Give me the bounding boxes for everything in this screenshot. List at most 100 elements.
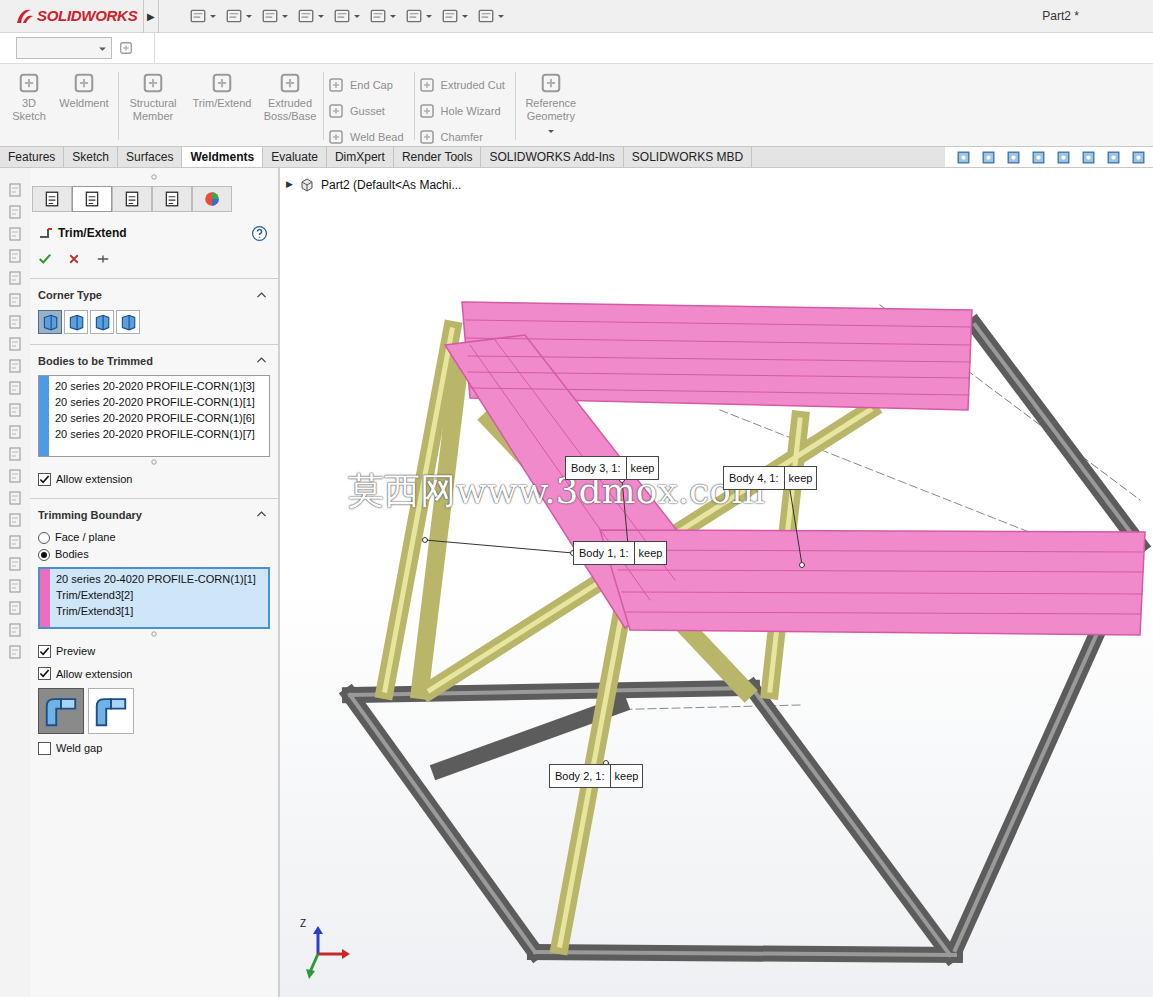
command-icon[interactable] bbox=[211, 72, 233, 94]
dropdown-arrow-icon[interactable] bbox=[317, 12, 325, 20]
ribbon-tab[interactable]: SOLIDWORKS Add-Ins bbox=[481, 147, 623, 167]
manager-tab[interactable] bbox=[32, 186, 72, 212]
callout-action[interactable]: keep bbox=[784, 467, 817, 489]
sketch-tool-icon[interactable] bbox=[7, 248, 23, 264]
sketch-tool-icon[interactable] bbox=[7, 336, 23, 352]
configuration-combobox[interactable] bbox=[16, 37, 112, 59]
ribbon-button[interactable]: Trim/Extend bbox=[187, 72, 257, 110]
sketch-tool-icon[interactable] bbox=[7, 182, 23, 198]
command-icon[interactable] bbox=[73, 72, 95, 94]
sketch-tool-icon[interactable] bbox=[7, 644, 23, 660]
open-icon[interactable] bbox=[225, 7, 243, 25]
toolbar-button[interactable] bbox=[441, 7, 469, 25]
sketch-tool-icon[interactable] bbox=[7, 204, 23, 220]
print-icon[interactable] bbox=[297, 7, 315, 25]
sketch-tool-icon[interactable] bbox=[7, 556, 23, 572]
callout-action[interactable]: keep bbox=[634, 542, 667, 564]
command-icon[interactable] bbox=[540, 72, 562, 94]
toolbar-button[interactable] bbox=[405, 7, 433, 25]
corner-type-icon[interactable] bbox=[93, 313, 111, 331]
dropdown-arrow-icon[interactable] bbox=[389, 12, 397, 20]
sketch-tool-icon[interactable] bbox=[7, 380, 23, 396]
tree-label[interactable]: Part2 (Default<As Machi... bbox=[321, 176, 461, 194]
selection-list[interactable]: 20 series 20-2020 PROFILE-CORN(1)[3]20 s… bbox=[38, 375, 270, 457]
ribbon-tab[interactable]: Weldments bbox=[182, 147, 263, 167]
command-icon[interactable] bbox=[18, 72, 40, 94]
command-icon[interactable] bbox=[328, 77, 344, 93]
model-view[interactable] bbox=[280, 168, 1153, 997]
section-header[interactable]: Trimming Boundary bbox=[38, 507, 270, 524]
manager-tab[interactable] bbox=[72, 186, 112, 212]
dropdown-arrow-icon[interactable] bbox=[209, 12, 217, 20]
hide-show-icon[interactable] bbox=[1105, 149, 1122, 166]
ribbon-button[interactable]: Extruded Boss/Base bbox=[261, 72, 319, 123]
display-manager-icon[interactable] bbox=[203, 190, 221, 208]
sketch-tool-icon[interactable] bbox=[7, 424, 23, 440]
options-icon[interactable] bbox=[477, 7, 495, 25]
section-header[interactable]: Bodies to be Trimmed bbox=[38, 353, 270, 370]
callout-action[interactable]: keep bbox=[610, 765, 643, 787]
section-view-icon[interactable] bbox=[1030, 149, 1047, 166]
ribbon-button[interactable]: Hole Wizard bbox=[419, 98, 505, 124]
property-manager-icon[interactable] bbox=[83, 190, 101, 208]
ribbon-tab[interactable]: Surfaces bbox=[118, 147, 182, 167]
checkbox[interactable] bbox=[38, 473, 51, 486]
ribbon-tab[interactable]: Sketch bbox=[64, 147, 118, 167]
filter-icon[interactable] bbox=[118, 41, 134, 55]
pin-icon[interactable] bbox=[96, 252, 110, 266]
splitter-handle-icon[interactable] bbox=[151, 174, 157, 180]
corner-type-button[interactable] bbox=[116, 310, 140, 334]
toolbar-button[interactable] bbox=[297, 7, 325, 25]
sketch-tool-icon[interactable] bbox=[7, 358, 23, 374]
corner-type-button[interactable] bbox=[90, 310, 114, 334]
feature-tree-flyout[interactable]: ▶ Part2 (Default<As Machi... bbox=[286, 176, 461, 194]
corner-type-button[interactable] bbox=[38, 310, 62, 334]
command-icon[interactable] bbox=[419, 77, 435, 93]
body-callout[interactable]: Body 2, 1:keep bbox=[549, 764, 643, 788]
tree-expander[interactable]: ▶ bbox=[286, 178, 293, 192]
trim-option-icon[interactable] bbox=[92, 692, 130, 730]
radio-option[interactable]: Bodies bbox=[38, 546, 270, 563]
list-item[interactable]: Trim/Extend3[1] bbox=[56, 603, 256, 619]
collapse-chevron-icon[interactable] bbox=[255, 508, 268, 521]
body-callout[interactable]: Body 4, 1:keep bbox=[723, 466, 817, 490]
dropdown-arrow-icon[interactable] bbox=[353, 12, 361, 20]
list-item[interactable]: 20 series 20-2020 PROFILE-CORN(1)[7] bbox=[55, 426, 255, 442]
ribbon-button[interactable]: End Cap bbox=[328, 72, 404, 98]
list-resize-handle-icon[interactable] bbox=[151, 459, 157, 465]
sketch-tool-icon[interactable] bbox=[7, 468, 23, 484]
toolbar-button[interactable] bbox=[369, 7, 397, 25]
select-icon[interactable] bbox=[369, 7, 387, 25]
dimxpert-icon[interactable] bbox=[163, 190, 181, 208]
configuration-manager-icon[interactable] bbox=[123, 190, 141, 208]
new-icon[interactable] bbox=[189, 7, 207, 25]
trim-option-button[interactable] bbox=[38, 688, 84, 734]
dropdown-arrow-icon[interactable] bbox=[547, 127, 555, 135]
sketch-tool-icon[interactable] bbox=[7, 446, 23, 462]
zoom-to-fit-icon[interactable] bbox=[955, 149, 972, 166]
command-icon[interactable] bbox=[279, 72, 301, 94]
display-style-icon[interactable] bbox=[1080, 149, 1097, 166]
save-icon[interactable] bbox=[261, 7, 279, 25]
corner-type-icon[interactable] bbox=[119, 313, 137, 331]
body-callout[interactable]: Body 1, 1:keep bbox=[573, 541, 667, 565]
dropdown-arrow-icon[interactable] bbox=[497, 12, 505, 20]
sketch-tool-icon[interactable] bbox=[7, 226, 23, 242]
ribbon-button[interactable]: Extruded Cut bbox=[419, 72, 505, 98]
command-icon[interactable] bbox=[419, 103, 435, 119]
command-icon[interactable] bbox=[419, 129, 435, 145]
ribbon-button[interactable]: Reference Geometry bbox=[520, 72, 582, 135]
checkbox[interactable] bbox=[38, 667, 51, 680]
zoom-area-icon[interactable] bbox=[980, 149, 997, 166]
section-header[interactable]: Corner Type bbox=[38, 287, 270, 304]
radio-button[interactable] bbox=[38, 532, 50, 544]
checkbox[interactable] bbox=[38, 645, 51, 658]
ok-check-icon[interactable] bbox=[38, 252, 52, 266]
sketch-tool-icon[interactable] bbox=[7, 314, 23, 330]
cancel-x-icon[interactable] bbox=[68, 253, 80, 265]
command-icon[interactable] bbox=[328, 129, 344, 145]
list-item[interactable]: 20 series 20-2020 PROFILE-CORN(1)[6] bbox=[55, 410, 255, 426]
undo-icon[interactable] bbox=[333, 7, 351, 25]
ribbon-tab[interactable]: Evaluate bbox=[263, 147, 327, 167]
dropdown-arrow-icon[interactable] bbox=[245, 12, 253, 20]
